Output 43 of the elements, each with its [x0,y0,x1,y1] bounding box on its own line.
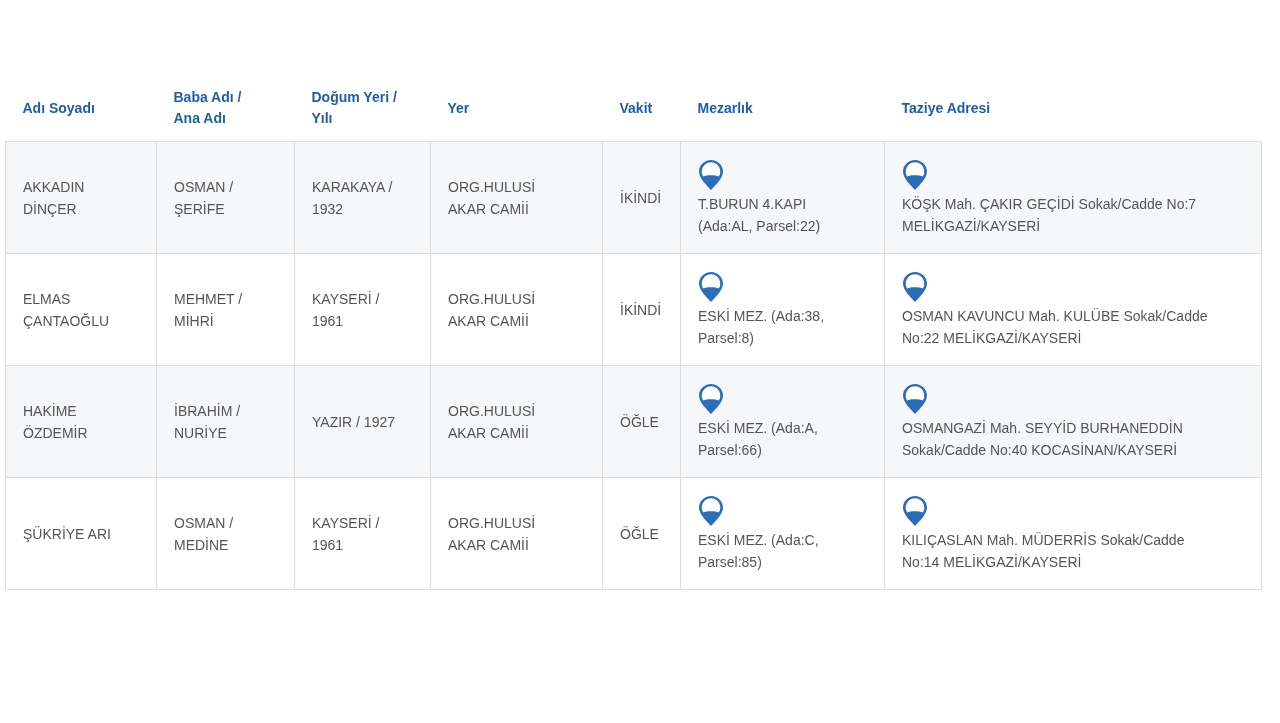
table-cell: HAKİME ÖZDEMİR [5,365,157,478]
table-cell: KARAKAYA / 1932 [294,141,431,254]
table-cell-text: T.BURUN 4.KAPI (Ada:AL, Parsel:22) [698,194,822,236]
map-pin-icon[interactable] [698,158,724,191]
map-pin-icon[interactable] [902,494,928,527]
table-cell-text: KILIÇASLAN Mah. MÜDERRİS Sokak/Cadde No:14 MELİKGAZİ/KAYSERİ [902,530,1186,572]
table-cell-text: OSMANGAZİ Mah. SEYYİD BURHANEDDİN Sokak/Cadde No:40 KOCASİNAN/KAYSERİ [902,418,1184,460]
column-header: Taziye Adresi [901,98,992,118]
column-header: Mezarlık [697,98,754,118]
column-header: Adı Soyadı [22,98,96,118]
table-cell: İKİNDİ [602,253,681,366]
table-cell: KAYSERİ / 1961 [294,477,431,590]
map-pin-icon[interactable] [698,270,724,303]
table-cell-text: ESKİ MEZ. (Ada:C, Parsel:85) [698,530,820,572]
table-cell-text: ESKİ MEZ. (Ada:A, Parsel:66) [698,418,819,460]
table-cell-text: KÖŞK Mah. ÇAKIR GEÇİDİ Sokak/Cadde No:7 MELİKGAZİ/KAYSERİ [902,194,1198,236]
table-cell-text: OSMAN KAVUNCU Mah. KULÜBE Sokak/Cadde No:22 MELİKGAZİ/KAYSERİ [902,306,1209,348]
table-cell: ŞÜKRİYE ARI [5,477,157,590]
table-cell: ORG.HULUSİ AKAR CAMİİ [430,141,603,254]
map-pin-icon[interactable] [902,270,928,303]
column-header: Vakit [619,98,651,118]
table-cell: MEHMET / MİHRİ [156,253,295,366]
table-cell: ÖĞLE [602,477,681,590]
table-cell-text: ESKİ MEZ. (Ada:38, Parsel:8) [698,306,826,348]
map-pin-icon[interactable] [698,382,724,415]
table-cell: ORG.HULUSİ AKAR CAMİİ [430,477,603,590]
map-pin-icon[interactable] [698,494,724,527]
table-cell: İBRAHİM / NURİYE [156,365,295,478]
table-cell: OSMAN / ŞERİFE [156,141,295,254]
table-cell: KAYSERİ / 1961 [294,253,431,366]
table-cell: ELMAS ÇANTAOĞLU [5,253,157,366]
map-pin-icon[interactable] [902,158,928,191]
column-header: Yer [447,98,471,118]
column-header: Doğum Yeri / Yılı [311,88,398,128]
map-pin-icon[interactable] [902,382,928,415]
table-cell: ÖĞLE [602,365,681,478]
table-cell: AKKADIN DİNÇER [5,141,157,254]
table-cell: YAZIR / 1927 [294,365,431,478]
column-header: Baba Adı / Ana Adı [173,88,243,128]
table-cell: İKİNDİ [602,141,681,254]
table-cell: ORG.HULUSİ AKAR CAMİİ [430,253,603,366]
table-cell: ORG.HULUSİ AKAR CAMİİ [430,365,603,478]
table-cell: OSMAN / MEDİNE [156,477,295,590]
